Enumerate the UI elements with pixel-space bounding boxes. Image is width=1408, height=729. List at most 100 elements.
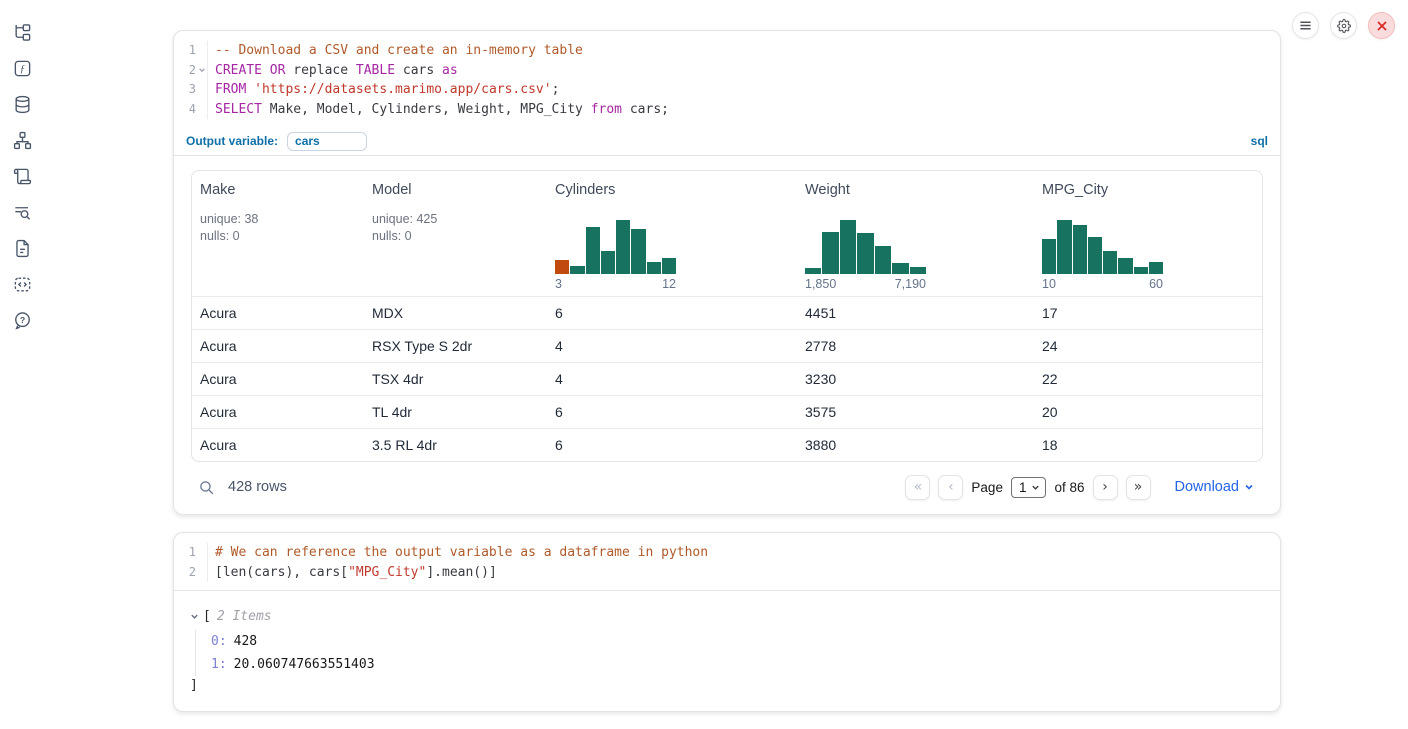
document-icon[interactable] (12, 238, 32, 258)
histogram-bar (1103, 251, 1117, 274)
hist-min-label: 1,850 (805, 277, 836, 291)
hist-min-label: 3 (555, 277, 562, 291)
code-line[interactable]: 3FROM 'https://datasets.marimo.app/cars.… (174, 80, 1280, 100)
items-count-label: 2 Items (217, 609, 272, 624)
output-variable-row: Output variable: sql (174, 127, 1280, 156)
column-make[interactable]: Make unique: 38 nulls: 0 (192, 171, 364, 296)
next-page-button[interactable]: › (1093, 475, 1118, 500)
code-token: SELECT (215, 102, 262, 117)
histogram-bar (805, 268, 821, 274)
table-row[interactable]: AcuraRSX Type S 2dr4277824 (192, 329, 1262, 362)
python-code-editor[interactable]: 1# We can reference the output variable … (174, 533, 1280, 590)
list-search-icon[interactable] (12, 202, 32, 222)
code-token: TABLE (356, 63, 395, 78)
fold-chevron-icon[interactable] (196, 61, 207, 81)
code-token: 'https://datasets.marimo.app/cars.csv' (254, 82, 551, 97)
table-cell: 17 (1034, 305, 1262, 321)
fold-gutter (196, 41, 207, 61)
menu-button[interactable] (1292, 12, 1319, 39)
page-total-label: of 86 (1054, 480, 1084, 495)
table-cell: 3.5 RL 4dr (364, 437, 547, 453)
dependency-graph-icon[interactable] (12, 130, 32, 150)
column-model[interactable]: Model unique: 425 nulls: 0 (364, 171, 547, 296)
line-number: 2 (174, 61, 196, 81)
table-cell: 3230 (797, 371, 1034, 387)
list-item: 0:428 (211, 630, 1264, 653)
scroll-icon[interactable] (12, 166, 32, 186)
last-page-button[interactable]: » (1126, 475, 1151, 500)
histogram-bar (1088, 237, 1102, 274)
database-icon[interactable] (12, 94, 32, 114)
hist-max-label: 7,190 (895, 277, 926, 291)
histogram-bar (555, 260, 569, 274)
list-close-bracket: ] (190, 676, 1264, 696)
code-token: [len(cars), cars[ (215, 565, 348, 580)
column-cylinders[interactable]: Cylinders 3 12 (547, 171, 797, 296)
code-line[interactable]: 4SELECT Make, Model, Cylinders, Weight, … (174, 100, 1280, 120)
histogram-bar (1134, 267, 1148, 274)
histogram-bar (822, 232, 838, 274)
code-token (246, 82, 254, 97)
line-number: 1 (174, 543, 196, 563)
collapse-chevron-icon[interactable] (190, 612, 203, 621)
table-cell: 4 (547, 371, 797, 387)
shutdown-close-icon[interactable] (1368, 12, 1395, 39)
download-label: Download (1175, 479, 1240, 495)
column-mpg-city[interactable]: MPG_City 10 60 (1034, 171, 1262, 296)
download-button[interactable]: Download (1175, 479, 1255, 495)
table-row[interactable]: Acura3.5 RL 4dr6388018 (192, 428, 1262, 461)
line-number: 2 (174, 563, 196, 583)
search-icon[interactable] (198, 479, 215, 496)
prev-page-button[interactable]: ‹ (938, 475, 963, 500)
table-row[interactable]: AcuraMDX6445117 (192, 296, 1262, 329)
output-variable-input[interactable] (287, 132, 367, 151)
histogram-bar (662, 258, 676, 274)
sql-code-editor[interactable]: 1-- Download a CSV and create an in-memo… (174, 31, 1280, 127)
histogram-weight: 1,850 7,190 (805, 220, 926, 291)
table-cell: 6 (547, 404, 797, 420)
histogram-cylinders: 3 12 (555, 220, 676, 291)
column-stats: unique: 38 nulls: 0 (200, 211, 356, 244)
code-line[interactable]: 2CREATE OR replace TABLE cars as (174, 61, 1280, 81)
unique-stat: unique: 425 (372, 211, 539, 228)
table-row[interactable]: AcuraTSX 4dr4323022 (192, 362, 1262, 395)
histogram-bar (631, 229, 645, 274)
first-page-button[interactable]: « (905, 475, 930, 500)
code-token: FROM (215, 82, 246, 97)
file-tree-icon[interactable] (12, 22, 32, 42)
svg-text:ƒ: ƒ (19, 64, 24, 75)
code-token: "MPG_City" (348, 565, 426, 580)
table-cell: 20 (1034, 404, 1262, 420)
column-weight[interactable]: Weight 1,850 7,190 (797, 171, 1034, 296)
table-cell: 4451 (797, 305, 1034, 321)
code-snippet-icon[interactable] (12, 274, 32, 294)
column-label: Make (200, 182, 356, 198)
list-item: 1:20.060747663551403 (211, 653, 1264, 676)
code-line[interactable]: 1# We can reference the output variable … (174, 543, 1280, 563)
python-cell: 1# We can reference the output variable … (173, 532, 1281, 712)
item-index: 1: (211, 657, 227, 672)
settings-gear-icon[interactable] (1330, 12, 1357, 39)
histogram-bar (1073, 225, 1087, 274)
code-token: cars (395, 63, 442, 78)
histogram-bar (840, 220, 856, 274)
fold-gutter (196, 80, 207, 100)
table-row[interactable]: AcuraTL 4dr6357520 (192, 395, 1262, 428)
histogram-bar (647, 262, 661, 274)
histogram-bar (1149, 262, 1163, 274)
function-icon[interactable]: ƒ (12, 58, 32, 78)
code-token: CREATE (215, 63, 262, 78)
line-number: 4 (174, 100, 196, 120)
help-icon[interactable]: ? (12, 310, 32, 330)
histogram-bar (875, 246, 891, 274)
histogram-bar (1118, 258, 1132, 274)
code-line[interactable]: 2[len(cars), cars["MPG_City"].mean()] (174, 563, 1280, 583)
table-cell: 22 (1034, 371, 1262, 387)
table-cell: 24 (1034, 338, 1262, 354)
table-footer: 428 rows « ‹ Page 1 of 86 › » Download (174, 463, 1280, 511)
code-token: ; (552, 82, 560, 97)
page-select[interactable]: 1 (1011, 477, 1047, 498)
chevron-down-icon (1244, 482, 1254, 492)
code-line[interactable]: 1-- Download a CSV and create an in-memo… (174, 41, 1280, 61)
histogram-bar (892, 263, 908, 274)
